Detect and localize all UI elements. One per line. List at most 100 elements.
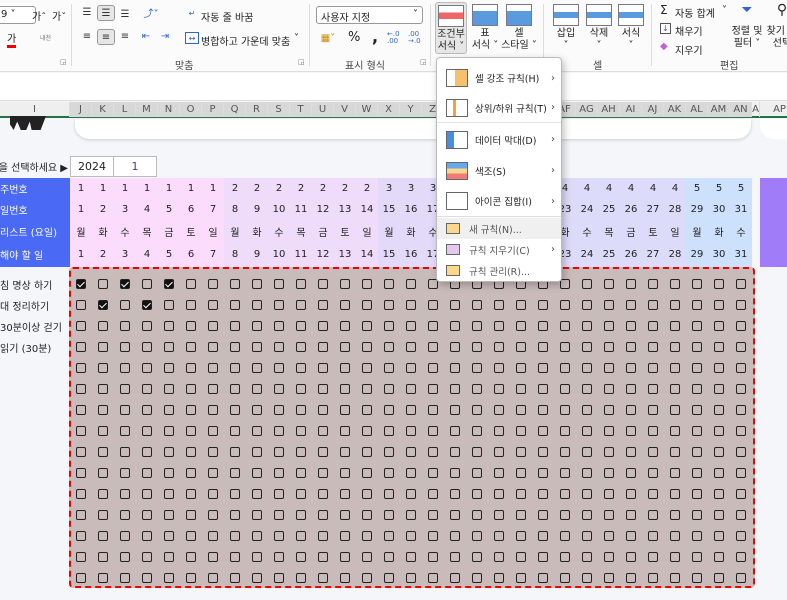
- checkbox[interactable]: [626, 531, 636, 541]
- checkbox[interactable]: [340, 405, 350, 415]
- checkbox[interactable]: [252, 552, 262, 562]
- checkbox[interactable]: [626, 468, 636, 478]
- checkbox[interactable]: [516, 573, 526, 583]
- checkbox[interactable]: [186, 510, 196, 520]
- checkbox[interactable]: [560, 300, 570, 310]
- align-center-icon[interactable]: ≡: [97, 29, 115, 45]
- menu-item-top-bottom-rules[interactable]: 상위/하위 규칙(T) ›: [437, 93, 561, 123]
- checkbox[interactable]: [670, 363, 680, 373]
- font-size-select[interactable]: 9 ˅: [0, 6, 36, 24]
- checkbox[interactable]: [384, 510, 394, 520]
- checkbox[interactable]: [76, 426, 86, 436]
- checkbox[interactable]: [362, 363, 372, 373]
- checkbox[interactable]: [164, 300, 174, 310]
- checkbox[interactable]: [98, 279, 108, 289]
- checkbox[interactable]: [670, 573, 680, 583]
- checkbox[interactable]: [538, 552, 548, 562]
- checkbox[interactable]: [318, 531, 328, 541]
- clear-button[interactable]: 지우기: [675, 42, 703, 57]
- checkbox[interactable]: [582, 405, 592, 415]
- checkbox[interactable]: [274, 363, 284, 373]
- checkbox[interactable]: [538, 447, 548, 457]
- checkbox[interactable]: [230, 489, 240, 499]
- menu-item-highlight-rules[interactable]: 셀 강조 규칙(H) ›: [437, 63, 561, 93]
- checkbox[interactable]: [142, 363, 152, 373]
- checkbox[interactable]: [208, 342, 218, 352]
- checkbox[interactable]: [692, 510, 702, 520]
- checkbox[interactable]: [538, 342, 548, 352]
- checkbox[interactable]: [626, 510, 636, 520]
- checkbox[interactable]: [318, 510, 328, 520]
- checkbox[interactable]: [318, 384, 328, 394]
- checkbox[interactable]: [76, 531, 86, 541]
- checkbox[interactable]: [296, 363, 306, 373]
- checkbox[interactable]: [362, 552, 372, 562]
- checkbox[interactable]: [582, 468, 592, 478]
- checkbox[interactable]: [560, 384, 570, 394]
- merge-center-button[interactable]: 병합하고 가운데 맞춤: [201, 33, 290, 48]
- checkbox[interactable]: [472, 552, 482, 562]
- checkbox[interactable]: [384, 573, 394, 583]
- checkbox[interactable]: [582, 447, 592, 457]
- checkbox[interactable]: [626, 321, 636, 331]
- checkbox[interactable]: [120, 510, 130, 520]
- checkbox[interactable]: [648, 552, 658, 562]
- checkbox[interactable]: [516, 510, 526, 520]
- column-header[interactable]: R: [246, 102, 268, 117]
- checkbox[interactable]: [582, 384, 592, 394]
- checkbox[interactable]: [208, 531, 218, 541]
- checkbox[interactable]: [142, 468, 152, 478]
- checkbox[interactable]: [670, 405, 680, 415]
- checkbox[interactable]: [186, 342, 196, 352]
- checkbox[interactable]: [670, 447, 680, 457]
- checkbox[interactable]: [384, 552, 394, 562]
- checkbox[interactable]: [494, 363, 504, 373]
- checkbox[interactable]: [274, 321, 284, 331]
- checkbox[interactable]: [472, 510, 482, 520]
- checkbox[interactable]: [604, 552, 614, 562]
- checkbox[interactable]: [318, 321, 328, 331]
- align-right-icon[interactable]: ≡: [118, 30, 132, 42]
- column-header[interactable]: AH: [598, 102, 620, 117]
- checkbox[interactable]: [98, 321, 108, 331]
- checkbox[interactable]: [186, 363, 196, 373]
- checkbox[interactable]: [164, 468, 174, 478]
- checkbox[interactable]: [626, 300, 636, 310]
- column-header[interactable]: Q: [224, 102, 246, 117]
- checkbox[interactable]: [208, 363, 218, 373]
- checkbox[interactable]: [406, 321, 416, 331]
- checkbox[interactable]: [472, 573, 482, 583]
- month-input[interactable]: 1: [113, 156, 157, 177]
- checkbox[interactable]: [428, 363, 438, 373]
- checkbox[interactable]: [120, 321, 130, 331]
- column-header[interactable]: AJ: [642, 102, 664, 117]
- checkbox[interactable]: [340, 552, 350, 562]
- checkbox[interactable]: [76, 405, 86, 415]
- checkbox[interactable]: [516, 531, 526, 541]
- checkbox[interactable]: [450, 468, 460, 478]
- insert-cells-button[interactable]: 삽입 ˅: [552, 4, 580, 52]
- checkbox[interactable]: [274, 531, 284, 541]
- checkbox[interactable]: [494, 573, 504, 583]
- column-header[interactable]: O: [180, 102, 202, 117]
- checkbox[interactable]: [252, 531, 262, 541]
- checkbox[interactable]: [626, 405, 636, 415]
- column-header[interactable]: I: [0, 102, 70, 117]
- checkbox[interactable]: [274, 342, 284, 352]
- column-header[interactable]: Y: [400, 102, 422, 117]
- checkbox[interactable]: [120, 342, 130, 352]
- checkbox[interactable]: [164, 573, 174, 583]
- checkbox[interactable]: [230, 426, 240, 436]
- checkbox[interactable]: [714, 363, 724, 373]
- checkbox[interactable]: [604, 447, 614, 457]
- checkbox[interactable]: [340, 573, 350, 583]
- checkbox[interactable]: [406, 342, 416, 352]
- align-top-icon[interactable]: ☰: [80, 6, 94, 18]
- checkbox[interactable]: [560, 279, 570, 289]
- checkbox[interactable]: [164, 426, 174, 436]
- checkbox[interactable]: [318, 363, 328, 373]
- checkbox[interactable]: [450, 531, 460, 541]
- checkbox[interactable]: [362, 468, 372, 478]
- checkbox[interactable]: [736, 510, 746, 520]
- checkbox[interactable]: [384, 489, 394, 499]
